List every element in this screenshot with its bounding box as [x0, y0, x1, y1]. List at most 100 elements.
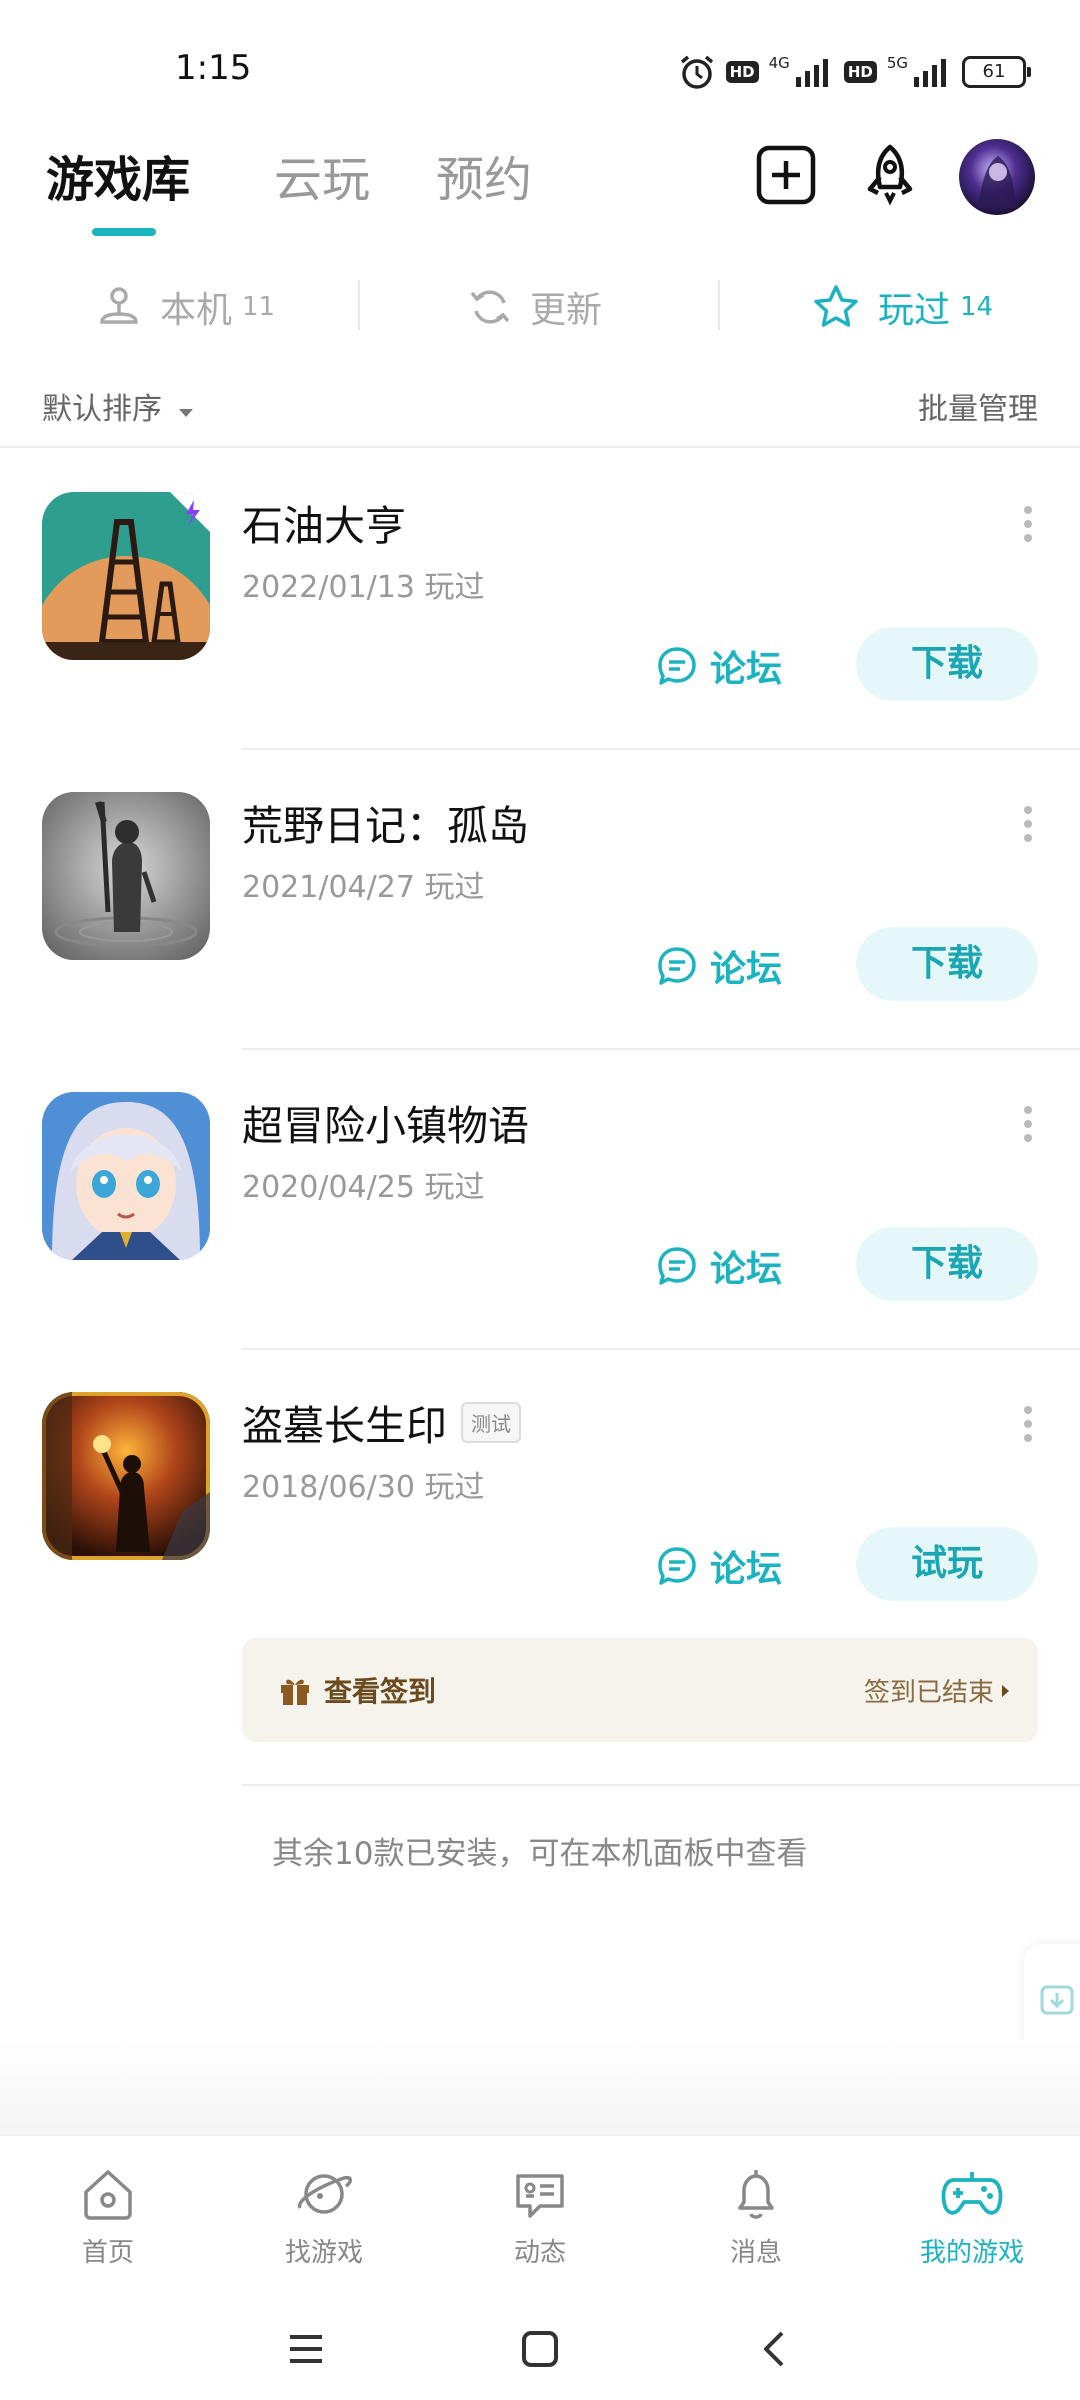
status-icons: HD 4G HD 5G 61	[678, 52, 1031, 92]
trial-play-button[interactable]: 试玩	[856, 1527, 1038, 1601]
forum-button[interactable]: 论坛	[656, 940, 782, 992]
game-icon-adventure-town[interactable]	[42, 1092, 210, 1260]
tab-reservations[interactable]: 预约	[436, 140, 532, 210]
download-box-icon	[1040, 1985, 1074, 2015]
forum-label: 论坛	[710, 1549, 783, 1590]
tab-game-library[interactable]: 游戏库	[46, 140, 190, 210]
filter-local-count: 11	[242, 292, 276, 322]
nav-label: 首页	[81, 2238, 134, 2268]
hd-badge: HD	[725, 61, 759, 83]
nav-my-games[interactable]: 我的游戏	[892, 2164, 1052, 2269]
more-options-icon[interactable]	[1022, 804, 1034, 844]
batch-manage-button[interactable]: 批量管理	[918, 384, 1038, 428]
nav-messages[interactable]: 消息	[676, 2164, 836, 2269]
download-button[interactable]: 下载	[856, 927, 1038, 1001]
row-divider	[242, 748, 1080, 750]
network-label: 4G	[768, 54, 790, 72]
played-date: 2020/04/25 玩过	[242, 1170, 485, 1205]
add-icon[interactable]	[754, 143, 818, 207]
nav-label: 动态	[513, 2238, 566, 2268]
home-square-icon[interactable]	[520, 2329, 560, 2369]
bell-icon	[738, 2170, 774, 2219]
divider	[0, 446, 1080, 448]
forum-button[interactable]: 论坛	[656, 1540, 782, 1592]
feed-icon	[516, 2174, 564, 2218]
signal-icon	[914, 59, 946, 87]
download-button[interactable]: 下载	[856, 1227, 1038, 1301]
forum-button[interactable]: 论坛	[656, 640, 782, 692]
nav-label: 消息	[729, 2238, 782, 2268]
bottom-nav: 首页 找游戏 动态 消息 我的游戏	[0, 2135, 1080, 2296]
sort-label: 默认排序	[42, 392, 162, 427]
forum-button[interactable]: 论坛	[656, 1240, 782, 1292]
filter-divider	[358, 280, 360, 330]
nav-label: 我的游戏	[919, 2238, 1024, 2268]
home-icon	[84, 2170, 132, 2220]
caret-right-icon	[1002, 1684, 1009, 1697]
signal-icon	[795, 59, 828, 87]
played-date: 2018/06/30 玩过	[242, 1470, 485, 1505]
checkin-card[interactable]: 查看签到 签到已结束	[242, 1638, 1038, 1742]
battery-indicator: 61	[962, 56, 1031, 88]
played-date: 2022/01/13 玩过	[242, 570, 485, 605]
forum-icon	[658, 647, 696, 685]
hd-badge: HD	[843, 61, 877, 83]
menu-icon[interactable]	[286, 2329, 326, 2369]
refresh-icon	[470, 290, 510, 324]
filter-local[interactable]: 本机 11	[96, 272, 275, 342]
avatar[interactable]	[958, 138, 1036, 216]
played-date: 2021/04/27 玩过	[242, 870, 485, 905]
tab-cloud-play[interactable]: 云玩	[274, 140, 370, 210]
test-badge: 测试	[461, 1401, 521, 1443]
nav-find-games[interactable]: 找游戏	[244, 2164, 404, 2269]
forum-icon	[658, 1247, 696, 1285]
active-tab-indicator	[92, 228, 156, 236]
forum-label: 论坛	[710, 1249, 783, 1290]
alarm-icon	[680, 55, 713, 89]
checkin-left: 查看签到	[278, 1670, 436, 1710]
more-options-icon[interactable]	[1022, 504, 1034, 544]
rocket-icon[interactable]	[858, 143, 922, 207]
filter-updates[interactable]: 更新	[468, 272, 602, 342]
game-icon-tomb-seal[interactable]	[42, 1392, 210, 1560]
game-title[interactable]: 荒野日记：孤岛	[242, 792, 529, 852]
filter-played[interactable]: 玩过 14	[812, 272, 993, 342]
network-label: 5G	[886, 54, 908, 72]
joystick-icon	[100, 287, 138, 324]
forum-label: 论坛	[710, 649, 783, 690]
nav-home[interactable]: 首页	[28, 2164, 188, 2269]
filter-local-label: 本机	[160, 290, 233, 331]
nav-label: 找游戏	[284, 2238, 363, 2268]
game-title[interactable]: 超冒险小镇物语	[242, 1092, 529, 1152]
system-nav-bar	[0, 2295, 1080, 2400]
row-divider	[242, 1784, 1080, 1786]
filter-played-label: 玩过	[878, 290, 951, 331]
checkin-status-label: 签到已结束	[863, 1678, 994, 1708]
game-title[interactable]: 石油大亨	[242, 492, 406, 552]
nav-feed[interactable]: 动态	[460, 2164, 620, 2269]
game-title-row: 盗墓长生印 测试	[242, 1392, 521, 1452]
forum-label: 论坛	[710, 949, 783, 990]
checkin-status: 签到已结束	[864, 1672, 1010, 1709]
gift-icon	[281, 1679, 309, 1705]
more-options-icon[interactable]	[1022, 1404, 1034, 1444]
more-options-icon[interactable]	[1022, 1104, 1034, 1144]
caret-down-icon	[178, 409, 193, 417]
status-time: 1:15	[175, 48, 252, 88]
filter-updates-label: 更新	[530, 290, 603, 331]
nav-fade	[0, 2040, 1080, 2135]
download-button[interactable]: 下载	[856, 627, 1038, 701]
filter-played-count: 14	[960, 292, 994, 322]
gamepad-icon	[941, 2172, 1003, 2215]
filter-divider	[718, 280, 720, 330]
game-icon-wild-diary[interactable]	[42, 792, 210, 960]
floating-download-tab[interactable]	[1024, 1944, 1080, 2054]
installed-note: 其余10款已安装，可在本机面板中查看	[272, 1836, 808, 1872]
back-icon[interactable]	[756, 2329, 796, 2369]
checkin-label: 查看签到	[324, 1675, 437, 1708]
sort-dropdown[interactable]: 默认排序	[42, 384, 194, 428]
game-title[interactable]: 盗墓长生印	[242, 1392, 447, 1452]
row-divider	[242, 1048, 1080, 1050]
game-icon-oil-tycoon[interactable]	[42, 492, 210, 660]
planet-icon	[298, 2174, 352, 2214]
